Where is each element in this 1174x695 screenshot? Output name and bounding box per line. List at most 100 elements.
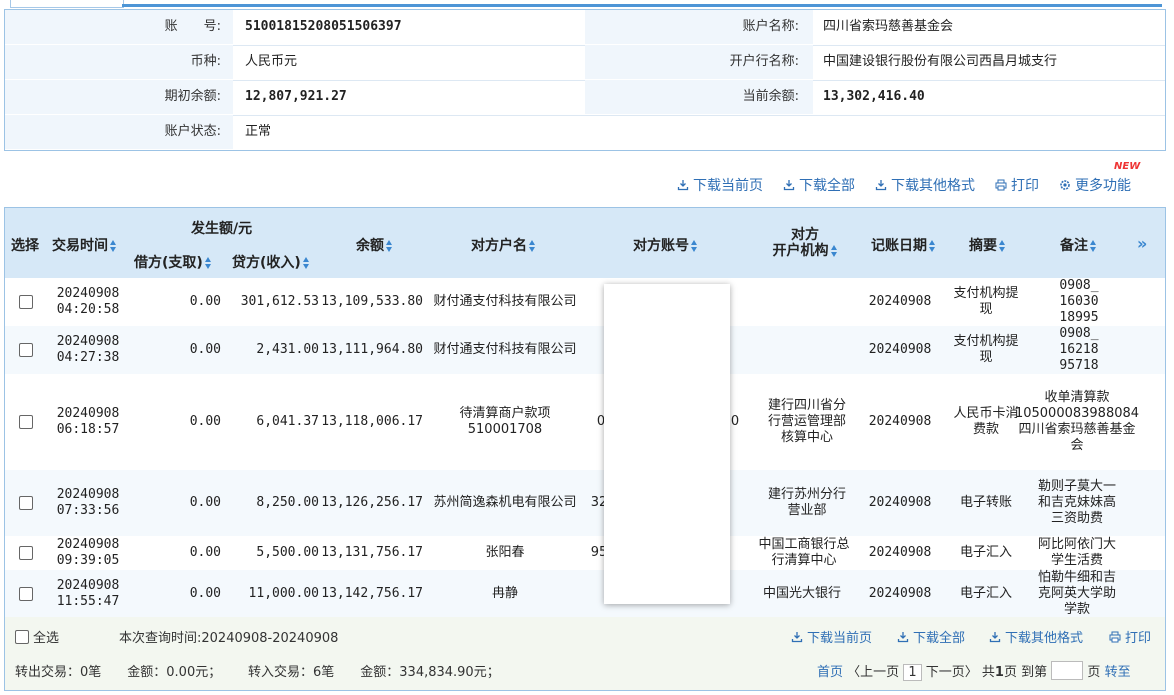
- goto-page-input[interactable]: [1051, 661, 1084, 680]
- currency-label: 币种:: [190, 54, 221, 69]
- row-remark: 阿比阿依门大学生活费: [1037, 537, 1116, 568]
- row-balance: 13,126,256.17: [321, 495, 423, 510]
- table-row: 20240908 07:33:56 0.00 8,250.00 13,126,25…: [5, 470, 1165, 536]
- acct-name-label: 账户名称:: [742, 19, 799, 34]
- download-other-format-button[interactable]: 下载其他格式: [875, 176, 975, 196]
- toolbar-label: 下载当前页: [693, 178, 763, 194]
- print-icon: [995, 179, 1007, 191]
- row-remark: 怕勒牛细和吉克阿英大学助学款: [1037, 570, 1116, 617]
- row-time: 07:33:56: [56, 503, 120, 518]
- total-pages-suffix: 页: [1003, 665, 1017, 680]
- col-time[interactable]: 交易时间: [52, 235, 117, 255]
- footer-download-other-format[interactable]: 下载其他格式: [989, 627, 1083, 646]
- row-checkbox[interactable]: [19, 295, 33, 309]
- download-icon: [783, 180, 795, 191]
- tab-underline: [122, 4, 1162, 7]
- more-columns-icon[interactable]: »: [1137, 234, 1147, 253]
- row-credit: 8,250.00: [256, 495, 319, 510]
- row-select: [11, 374, 41, 470]
- select-all[interactable]: 全选: [15, 627, 59, 646]
- col-summary[interactable]: 摘要: [969, 235, 1006, 255]
- row-counterparty-bank: 中国工商银行总行清算中心: [758, 537, 850, 568]
- bank-value: 中国建设银行股份有限公司西昌月城支行: [823, 54, 1058, 69]
- prev-page-link[interactable]: 〈上一页: [847, 665, 899, 680]
- row-checkbox[interactable]: [19, 546, 33, 560]
- row-date: 20240908: [56, 334, 120, 349]
- footer-link-label: 下载当前页: [807, 631, 873, 646]
- row-select: [11, 570, 41, 618]
- download-icon: [791, 632, 803, 643]
- next-page-link[interactable]: 下一页〉: [926, 665, 978, 680]
- footer-link-label: 下载其他格式: [1005, 631, 1084, 646]
- footer-download-all[interactable]: 下载全部: [897, 627, 965, 646]
- row-debit: 0.00: [189, 414, 221, 429]
- footer-print[interactable]: 打印: [1109, 627, 1151, 646]
- col-credit[interactable]: 贷方(收入): [232, 252, 310, 272]
- row-date: 20240908: [56, 578, 120, 593]
- row-credit: 5,500.00: [256, 545, 319, 560]
- sort-icon: [110, 240, 117, 252]
- row-checkbox[interactable]: [19, 343, 33, 357]
- info-row: 期初余额: 12,807,921.27 当前余额: 13,302,416.40: [5, 80, 1165, 116]
- active-tab[interactable]: [10, 0, 124, 8]
- sort-icon: [529, 240, 536, 252]
- row-counterparty-name: 张阳春: [485, 545, 525, 560]
- goto-label: 到第: [1021, 665, 1048, 680]
- col-counterparty-account[interactable]: 对方账号: [633, 235, 698, 255]
- currency-value: 人民币元: [245, 54, 298, 69]
- row-summary: 人民币卡消费款: [953, 406, 1019, 437]
- col-post-date[interactable]: 记账日期: [871, 235, 936, 255]
- opening-balance-value: 12,807,921.27: [245, 89, 347, 104]
- download-current-page-button[interactable]: 下载当前页: [677, 176, 763, 196]
- footer-download-current-page[interactable]: 下载当前页: [791, 627, 872, 646]
- current-page[interactable]: 1: [903, 664, 922, 681]
- row-balance: 13,109,533.80: [321, 294, 423, 309]
- info-row: 币种: 人民币元 开户行名称: 中国建设银行股份有限公司西昌月城支行: [5, 45, 1165, 81]
- toolbar-label: 下载全部: [799, 178, 855, 194]
- row-checkbox[interactable]: [19, 587, 33, 601]
- account-info-panel: 账 号: 51001815208051506397 账户名称: 四川省索玛慈善基…: [4, 9, 1166, 151]
- total-pages-prefix: 共: [981, 665, 995, 680]
- sort-icon: [302, 257, 310, 269]
- download-all-button[interactable]: 下载全部: [783, 176, 855, 196]
- download-icon: [875, 180, 887, 191]
- row-counterparty-name: 财付通支付科技有限公司: [433, 342, 577, 357]
- download-icon: [989, 632, 1001, 643]
- row-select: [11, 326, 41, 374]
- footer-link-label: 打印: [1125, 631, 1152, 646]
- col-select: 选择: [11, 238, 39, 254]
- col-counterparty-bank[interactable]: 对方 开户机构: [765, 227, 845, 259]
- row-select: [11, 536, 41, 570]
- first-page-link[interactable]: 首页: [817, 665, 843, 680]
- table-row: 20240908 09:39:05 0.00 5,500.00 13,131,75…: [5, 536, 1165, 570]
- row-checkbox[interactable]: [19, 415, 33, 429]
- acct-no-value: 51001815208051506397: [245, 19, 402, 34]
- col-remark[interactable]: 备注: [1060, 235, 1097, 255]
- row-date: 20240908: [56, 487, 120, 502]
- select-all-checkbox[interactable]: [15, 630, 29, 644]
- acct-name-value: 四川省索玛慈善基金会: [823, 19, 954, 34]
- row-select: [11, 278, 41, 326]
- more-functions-button[interactable]: 更多功能: [1059, 176, 1131, 196]
- row-counterparty-bank: 建行苏州分行营业部: [767, 487, 846, 518]
- goto-button[interactable]: 转至: [1105, 665, 1131, 680]
- col-balance[interactable]: 余额: [356, 235, 393, 255]
- sort-icon: [1090, 240, 1097, 252]
- pagination: 首页 〈上一页 1 下一页〉 共1页 到第 页 转至: [817, 661, 1131, 681]
- table-row: 20240908 11:55:47 0.00 11,000.00 13,142,7…: [5, 570, 1165, 618]
- row-credit: 6,041.37: [256, 414, 319, 429]
- row-counterparty-account-tail: 0: [730, 414, 740, 429]
- transaction-table: 选择 交易时间 发生额/元 借方(支取) 贷方(收入) 余额 对方户名 对方账号…: [4, 207, 1166, 619]
- col-debit[interactable]: 借方(支取): [134, 252, 212, 272]
- sort-icon: [999, 240, 1006, 252]
- row-checkbox[interactable]: [19, 496, 33, 510]
- print-icon: [1109, 631, 1121, 643]
- col-counterparty-name[interactable]: 对方户名: [471, 235, 536, 255]
- row-summary: 支付机构提现: [953, 334, 1019, 365]
- row-balance: 13,111,964.80: [321, 342, 423, 357]
- row-summary: 电子汇入: [959, 586, 1012, 601]
- sort-icon: [929, 240, 936, 252]
- print-button[interactable]: 打印: [995, 176, 1039, 196]
- row-date: 20240908: [56, 286, 120, 301]
- row-remark: 0908_1621895718: [1059, 326, 1099, 373]
